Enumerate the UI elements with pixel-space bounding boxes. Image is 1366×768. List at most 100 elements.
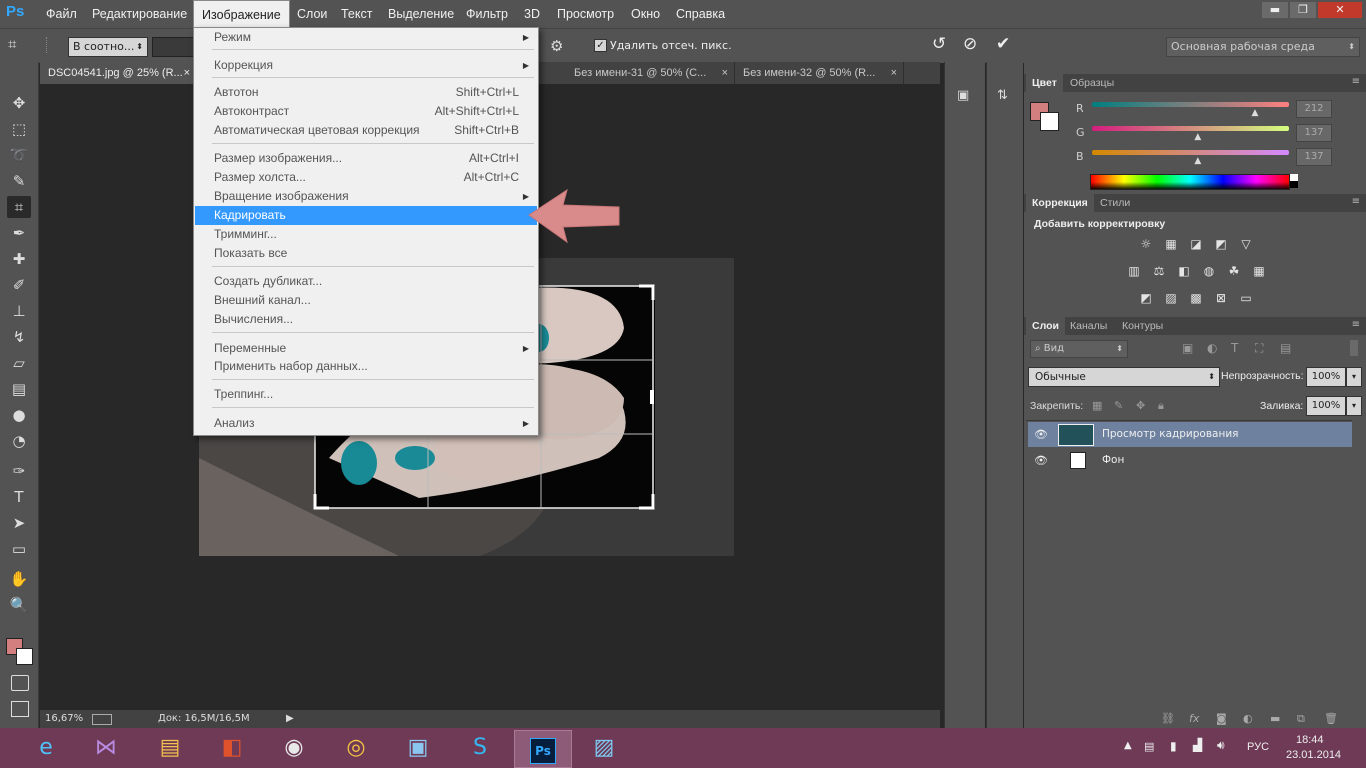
volume-icon[interactable]: 🔊︎	[1217, 738, 1225, 753]
menu-item-mode[interactable]: Режим ▶	[195, 28, 537, 47]
eraser-tool-icon[interactable]: ▱	[7, 352, 31, 374]
eye-icon[interactable]: 👁︎	[1034, 448, 1048, 473]
menu-filter[interactable]: Фильтр	[458, 0, 516, 28]
menu-item-image-size[interactable]: Размер изображения... Alt+Ctrl+I	[195, 149, 537, 168]
file-explorer-icon[interactable]: ▤	[142, 730, 198, 766]
fill-dropdown-icon[interactable]: ▾	[1346, 396, 1362, 416]
hand-tool-icon[interactable]: ✋	[7, 568, 31, 590]
tab-adjustments[interactable]: Коррекция	[1026, 194, 1094, 212]
lasso-tool-icon[interactable]: ➰	[7, 144, 31, 166]
marquee-tool-icon[interactable]: ⬚	[7, 118, 31, 140]
filter-smart-icon[interactable]: ▤	[1280, 341, 1291, 355]
eyedropper-tool-icon[interactable]: ✒	[7, 222, 31, 244]
menu-item-trim[interactable]: Тримминг...	[195, 225, 537, 244]
quick-mask-icon[interactable]	[11, 675, 29, 691]
channel-g-thumb-icon[interactable]: ▲	[1194, 132, 1201, 142]
color-balance-icon[interactable]: ⚖	[1151, 264, 1167, 278]
menu-item-duplicate[interactable]: Создать дубликат...	[195, 272, 537, 291]
photoshop-taskbar-icon[interactable]: Ps	[514, 730, 572, 768]
layer-row[interactable]: 👁︎ Просмотр кадрирования	[1028, 422, 1352, 447]
menu-item-trap[interactable]: Треппинг...	[195, 385, 537, 404]
paint-icon[interactable]: ◉	[266, 730, 322, 766]
gradient-tool-icon[interactable]: ▤	[7, 378, 31, 400]
black-white-icon[interactable]: ◧	[1176, 264, 1192, 278]
menu-item-analysis[interactable]: Анализ ▶	[195, 414, 537, 433]
blur-tool-icon[interactable]: ●	[7, 404, 31, 426]
path-select-tool-icon[interactable]: ➤	[7, 512, 31, 534]
channel-b-thumb-icon[interactable]: ▲	[1194, 156, 1201, 166]
black-swatch[interactable]	[1290, 181, 1298, 188]
new-group-icon[interactable]: ▬	[1270, 712, 1280, 725]
photo-filter-icon[interactable]: ◍	[1201, 264, 1217, 278]
crop-icon[interactable]: ⌗	[8, 35, 28, 55]
brush-tool-icon[interactable]: ✐	[7, 274, 31, 296]
background-color-swatch[interactable]	[16, 648, 33, 665]
tab-channels[interactable]: Каналы	[1064, 317, 1113, 335]
network-icon[interactable]: ▟	[1193, 738, 1202, 752]
selective-color-icon[interactable]: ⊠	[1213, 291, 1229, 305]
invert-icon[interactable]: ◩	[1138, 291, 1154, 305]
posterize-icon[interactable]: ▨	[1163, 291, 1179, 305]
delete-cropped-checkbox[interactable]: ✓	[594, 39, 607, 52]
channel-r-thumb-icon[interactable]: ▲	[1252, 108, 1259, 118]
internet-explorer-icon[interactable]: e	[18, 730, 74, 766]
menu-item-adjustments[interactable]: Коррекция ▶	[195, 56, 537, 75]
layer-filter-select[interactable]: ⌕ Вид ⬍	[1030, 340, 1128, 358]
commit-icon[interactable]: ✔	[996, 34, 1016, 54]
filter-toggle[interactable]	[1350, 340, 1358, 356]
menu-item-calculations[interactable]: Вычисления...	[195, 310, 537, 329]
tab-close-icon[interactable]: ×	[722, 62, 728, 84]
background-color-swatch[interactable]	[1040, 112, 1059, 131]
channel-g-slider[interactable]	[1092, 126, 1289, 131]
tab-untitled-31[interactable]: Без имени-31 @ 50% (C... ×	[566, 62, 735, 84]
status-menu-arrow-icon[interactable]: ▶	[286, 710, 294, 728]
workspace-select[interactable]: Основная рабочая среда ⬍	[1166, 37, 1360, 57]
menu-item-auto-tone[interactable]: Автотон Shift+Ctrl+L	[195, 83, 537, 102]
filter-pixel-icon[interactable]: ▣	[1182, 341, 1193, 355]
panel-menu-icon[interactable]: ≡	[1352, 319, 1360, 330]
menu-item-apply-image[interactable]: Внешний канал...	[195, 291, 537, 310]
threshold-icon[interactable]: ▩	[1188, 291, 1204, 305]
remote-desktop-icon[interactable]: ▣	[390, 730, 446, 766]
menu-item-variables[interactable]: Переменные ▶	[195, 339, 537, 358]
menu-item-reveal-all[interactable]: Показать все	[195, 244, 537, 263]
new-layer-icon[interactable]: ⧉	[1297, 712, 1305, 726]
hue-saturation-icon[interactable]: ▥	[1126, 264, 1142, 278]
lock-pixels-icon[interactable]: ✎	[1114, 399, 1123, 412]
channel-b-value[interactable]: 137	[1296, 148, 1332, 166]
pen-tool-icon[interactable]: ✑	[7, 460, 31, 482]
zoom-level[interactable]: 16,67%	[45, 710, 83, 728]
fill-input[interactable]: 100%	[1306, 396, 1346, 416]
delete-layer-icon[interactable]: 🗑︎	[1324, 712, 1338, 725]
lock-all-icon[interactable]: 🔒︎	[1158, 399, 1164, 413]
menu-select[interactable]: Выделение	[380, 0, 462, 28]
opacity-dropdown-icon[interactable]: ▾	[1346, 367, 1362, 387]
menu-item-apply-data-set[interactable]: Применить набор данных...	[195, 357, 537, 376]
close-button[interactable]: ✕	[1318, 2, 1362, 18]
menu-item-auto-contrast[interactable]: Автоконтраст Alt+Shift+Ctrl+L	[195, 102, 537, 121]
shape-tool-icon[interactable]: ▭	[7, 538, 31, 560]
channel-r-slider[interactable]	[1092, 102, 1289, 107]
visual-studio-icon[interactable]: ⋈	[78, 730, 134, 766]
stamp-tool-icon[interactable]: ⊥	[7, 300, 31, 322]
skype-icon[interactable]: S	[452, 730, 508, 766]
minimize-button[interactable]: ▬	[1262, 2, 1288, 18]
menu-item-image-rotation[interactable]: Вращение изображения ▶	[195, 187, 537, 206]
tab-untitled-32[interactable]: Без имени-32 @ 50% (R... ×	[735, 62, 904, 84]
panel-menu-icon[interactable]: ≡	[1352, 76, 1360, 87]
brightness-contrast-icon[interactable]: ☼	[1138, 237, 1154, 251]
channel-g-value[interactable]: 137	[1296, 124, 1332, 142]
filter-shape-icon[interactable]: ⛶	[1255, 341, 1263, 356]
white-swatch[interactable]	[1290, 174, 1298, 181]
gradient-map-icon[interactable]: ▭	[1238, 291, 1254, 305]
tab-dsc04541[interactable]: DSC04541.jpg @ 25% (R... ×	[40, 62, 197, 84]
battery-icon[interactable]: ▮	[1170, 739, 1177, 753]
eye-icon[interactable]: 👁︎	[1034, 422, 1048, 447]
layer-row[interactable]: 👁︎ Фон	[1028, 448, 1352, 473]
width-input[interactable]	[152, 37, 194, 57]
history-brush-tool-icon[interactable]: ↯	[7, 326, 31, 348]
type-tool-icon[interactable]: T	[7, 486, 31, 508]
menu-item-crop[interactable]: Кадрировать	[195, 206, 537, 225]
tab-color[interactable]: Цвет	[1026, 74, 1063, 92]
menu-edit[interactable]: Редактирование	[84, 0, 195, 28]
